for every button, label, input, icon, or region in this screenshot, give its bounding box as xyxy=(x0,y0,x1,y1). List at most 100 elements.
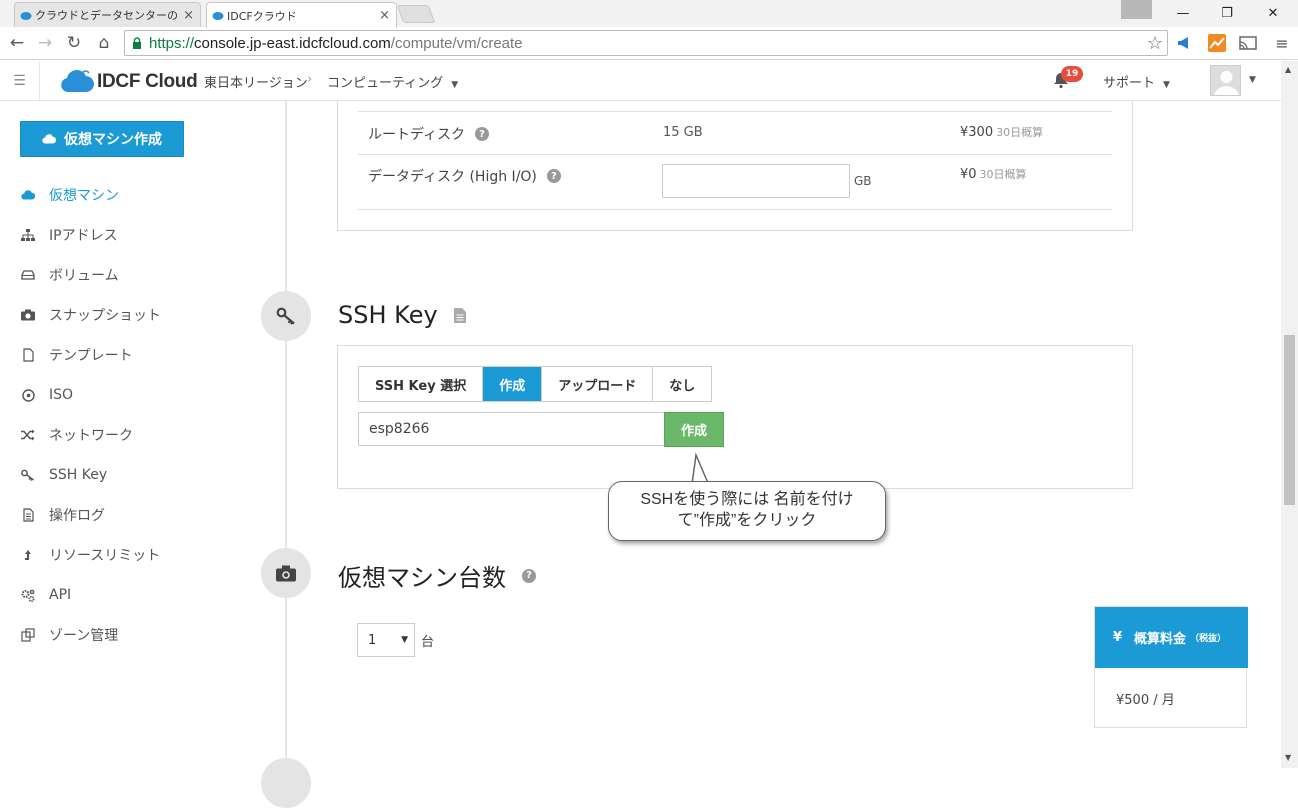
page-scrollbar[interactable]: ▲ ▼ xyxy=(1281,61,1298,768)
home-icon[interactable]: ⌂ xyxy=(93,32,115,54)
vm-count-select[interactable]: 1 ▼ xyxy=(357,623,415,657)
megaphone-extension-icon[interactable] xyxy=(1174,33,1194,53)
camera-icon xyxy=(276,565,296,581)
cast-icon[interactable] xyxy=(1238,33,1258,53)
new-tab-button[interactable] xyxy=(396,5,436,23)
estimated-cost-label: 概算料金 xyxy=(1134,632,1187,647)
chart-extension-icon[interactable] xyxy=(1207,33,1227,53)
vm-count-step-marker xyxy=(261,548,311,598)
ssh-key-create-button[interactable]: 作成 xyxy=(664,412,724,447)
browser-tab-idcf-cloud[interactable]: IDCFクラウド × xyxy=(206,2,397,28)
root-disk-price: ¥300 30日概算 xyxy=(960,124,1043,140)
support-label: サポート xyxy=(1103,76,1156,91)
notification-badge: 19 xyxy=(1061,66,1083,82)
yen-icon: ¥ xyxy=(1113,630,1123,645)
cloud-favicon-icon xyxy=(212,12,224,20)
log-icon xyxy=(20,507,36,523)
breadcrumb-service-label: コンピューティング xyxy=(327,76,444,91)
sidebar-item-iso[interactable]: ISO xyxy=(20,383,73,407)
scroll-thumb[interactable] xyxy=(1284,335,1295,505)
support-menu[interactable]: サポート ▼ xyxy=(1103,72,1170,91)
callout-pointer xyxy=(691,452,710,485)
shuffle-icon xyxy=(20,427,36,443)
chevron-down-icon[interactable]: ▼ xyxy=(1249,75,1256,85)
ssh-key-name-input[interactable]: esp8266 xyxy=(358,412,665,446)
help-icon[interactable]: ? xyxy=(546,169,561,183)
sidebar-item-snapshot[interactable]: スナップショット xyxy=(20,303,161,327)
network-tree-icon xyxy=(20,227,36,243)
sidebar-item-template[interactable]: テンプレート xyxy=(20,343,133,367)
vm-count-value: 1 xyxy=(368,632,377,648)
sidebar-item-label: IPアドレス xyxy=(49,228,118,244)
sidebar-item-label: 操作ログ xyxy=(49,508,105,524)
tab-ssh-key-create[interactable]: 作成 xyxy=(483,367,543,401)
help-icon[interactable]: ? xyxy=(522,568,536,583)
create-vm-button[interactable]: 仮想マシン作成 xyxy=(20,121,184,157)
sidebar-item-ssh-key[interactable]: SSH Key xyxy=(20,463,107,487)
data-disk-size-input[interactable] xyxy=(662,164,850,198)
cloud-logo-icon xyxy=(61,70,94,92)
sidebar-item-label: ネットワーク xyxy=(49,428,133,444)
breadcrumb-separator: › xyxy=(307,72,313,87)
sidebar-item-zone-management[interactable]: ゾーン管理 xyxy=(20,623,118,647)
vm-count-section-title: 仮想マシン台数 ? xyxy=(338,558,536,593)
ssh-key-section-title: SSH Key xyxy=(338,301,466,329)
minimize-button[interactable]: — xyxy=(1160,0,1206,26)
browser-profile-button[interactable] xyxy=(1121,0,1152,19)
url-path: /compute/vm/create xyxy=(390,34,523,52)
sidebar-item-label: ゾーン管理 xyxy=(49,628,119,644)
ssh-key-mode-tabs: SSH Key 選択 作成 アップロード なし xyxy=(358,366,713,402)
root-disk-label: ルートディスク ? xyxy=(368,124,490,144)
tab-close-icon[interactable]: × xyxy=(379,8,390,23)
tab-title: クラウドとデータセンターのIDCフ xyxy=(35,9,178,22)
help-icon[interactable]: ? xyxy=(475,127,490,141)
sidebar-item-vm[interactable]: 仮想マシン xyxy=(20,183,119,207)
tab-title: IDCFクラウド xyxy=(227,9,297,23)
callout-line-2: て”作成”をクリック xyxy=(677,512,817,529)
menu-toggle-icon[interactable]: ☰ xyxy=(0,61,40,101)
select-arrow-icon: ▼ xyxy=(401,635,408,645)
gears-icon xyxy=(20,587,36,603)
chrome-menu-icon[interactable]: ≡ xyxy=(1272,33,1292,53)
back-icon[interactable]: ← xyxy=(6,32,28,54)
estimated-cost-box: ¥ 概算料金 （税抜） ¥500 / 月 xyxy=(1094,606,1248,728)
sidebar-item-label: テンプレート xyxy=(49,348,133,364)
sidebar-item-resource-limit[interactable]: リソースリミット xyxy=(20,543,160,567)
sidebar-item-label: リソースリミット xyxy=(49,548,161,564)
document-icon xyxy=(20,347,36,363)
breadcrumb-service[interactable]: コンピューティング ▼ xyxy=(327,72,458,91)
document-icon[interactable] xyxy=(453,307,466,323)
sidebar-item-operation-log[interactable]: 操作ログ xyxy=(20,503,105,527)
data-disk-price-value: ¥0 xyxy=(960,167,977,182)
restore-button[interactable]: ❐ xyxy=(1204,0,1250,26)
sidebar-item-network[interactable]: ネットワーク xyxy=(20,423,133,447)
root-disk-price-value: ¥300 xyxy=(960,125,994,140)
tab-ssh-key-select[interactable]: SSH Key 選択 xyxy=(359,367,484,401)
breadcrumb-region[interactable]: 東日本リージョン xyxy=(204,72,308,91)
scroll-up-icon[interactable]: ▲ xyxy=(1285,65,1291,74)
disc-icon xyxy=(20,387,36,403)
idcf-logo[interactable]: IDCF Cloud xyxy=(60,69,198,95)
disk-icon xyxy=(20,267,36,283)
cloud-favicon-icon xyxy=(20,12,32,20)
callout-line-1: SSHを使う際には 名前を付け xyxy=(640,491,854,508)
tab-ssh-key-none[interactable]: なし xyxy=(653,367,712,401)
scroll-down-icon[interactable]: ▼ xyxy=(1285,753,1291,762)
sidebar-item-api[interactable]: API xyxy=(20,583,71,607)
avatar[interactable] xyxy=(1210,65,1241,96)
browser-tab-idcf-home[interactable]: クラウドとデータセンターのIDCフ × xyxy=(14,2,201,27)
sidebar-item-volume[interactable]: ボリューム xyxy=(20,263,119,287)
annotation-callout: SSHを使う際には 名前を付け て”作成”をクリック xyxy=(608,481,886,541)
forward-icon[interactable]: → xyxy=(34,32,56,54)
vm-count-unit: 台 xyxy=(421,635,435,650)
sidebar-item-ip-address[interactable]: IPアドレス xyxy=(20,223,118,247)
tab-ssh-key-upload[interactable]: アップロード xyxy=(542,367,654,401)
key-icon xyxy=(276,307,295,325)
data-disk-label-text: データディスク (High I/O) xyxy=(368,169,537,185)
ssh-key-step-marker xyxy=(261,291,311,341)
bookmark-star-icon[interactable]: ☆ xyxy=(1147,33,1163,54)
tab-close-icon[interactable]: × xyxy=(183,8,194,23)
reload-icon[interactable]: ↻ xyxy=(63,32,85,54)
address-bar[interactable]: https://console.jp-east.idcfcloud.com/co… xyxy=(124,30,1168,56)
close-window-button[interactable]: ✕ xyxy=(1250,0,1296,26)
